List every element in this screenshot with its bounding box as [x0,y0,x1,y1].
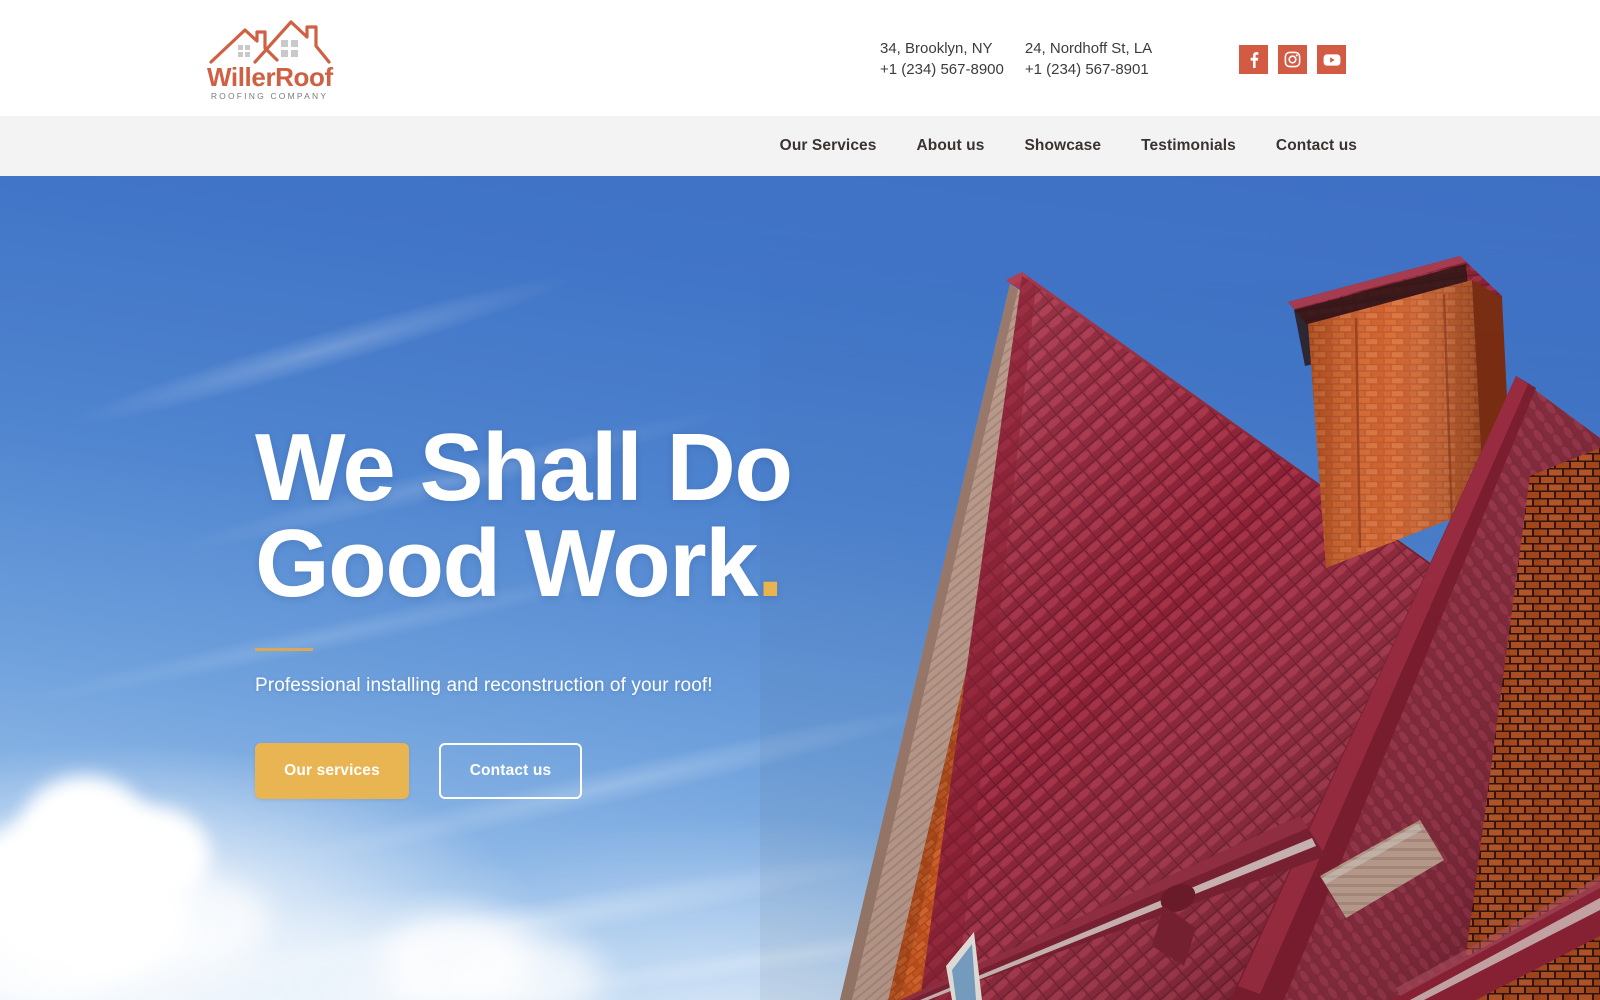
facebook-link[interactable] [1239,45,1268,74]
hero-divider [255,648,313,651]
hero-heading-accent-dot: . [757,510,784,617]
hero-heading-line-2: Good Work [255,510,759,617]
phone-2[interactable]: +1 (234) 567-8901 [1025,59,1152,80]
contact-block-1: 34, Brooklyn, NY +1 (234) 567-8900 [880,38,1004,86]
contact-info: 34, Brooklyn, NY +1 (234) 567-8900 24, N… [880,38,1155,86]
facebook-icon [1245,51,1262,68]
address-1: 34, Brooklyn, NY [880,40,993,57]
nav-link-about-us[interactable]: About us [917,137,985,154]
nav-link-our-services[interactable]: Our Services [780,137,877,154]
youtube-icon [1323,53,1341,67]
social-links [1239,45,1346,74]
contact-us-button[interactable]: Contact us [439,743,582,799]
phone-1[interactable]: +1 (234) 567-8900 [880,59,1004,80]
nav-item-our-services[interactable]: Our Services [780,137,877,155]
nav-item-about-us[interactable]: About us [917,137,985,155]
nav-item-showcase[interactable]: Showcase [1024,137,1101,155]
hero-content: We Shall Do Good Work. Professional inst… [255,420,875,799]
our-services-button[interactable]: Our services [255,743,409,799]
nav-item-contact-us[interactable]: Contact us [1276,137,1357,155]
main-navigation: Our Services About us Showcase Testimoni… [0,116,1600,176]
nav-link-testimonials[interactable]: Testimonials [1141,137,1236,154]
nav-list: Our Services About us Showcase Testimoni… [780,116,1357,176]
hero-section: We Shall Do Good Work. Professional inst… [0,176,1600,1000]
address-2: 24, Nordhoff St, LA [1024,40,1153,57]
hero-actions: Our services Contact us [255,743,875,799]
hero-subtitle: Professional installing and reconstructi… [255,675,713,696]
nav-link-showcase[interactable]: Showcase [1024,137,1101,154]
logo[interactable]: WillerRoof ROOFING COMPANY [207,18,333,101]
contact-block-2: 24, Nordhoff St, LA +1 (234) 567-8901 [1025,38,1152,86]
hero-heading: We Shall Do Good Work. [255,420,875,612]
nav-item-testimonials[interactable]: Testimonials [1141,137,1236,155]
house-roofs-icon [207,18,332,64]
nav-link-contact-us[interactable]: Contact us [1276,137,1357,154]
site-header: WillerRoof ROOFING COMPANY 34, Brooklyn,… [0,0,1600,116]
logo-tagline: ROOFING COMPANY [210,91,329,101]
youtube-link[interactable] [1317,45,1346,74]
roof-photo [760,176,1600,1000]
instagram-icon [1284,51,1301,68]
hero-heading-line-1: We Shall Do [255,414,793,521]
instagram-link[interactable] [1278,45,1307,74]
logo-wordmark: WillerRoof [207,62,333,92]
